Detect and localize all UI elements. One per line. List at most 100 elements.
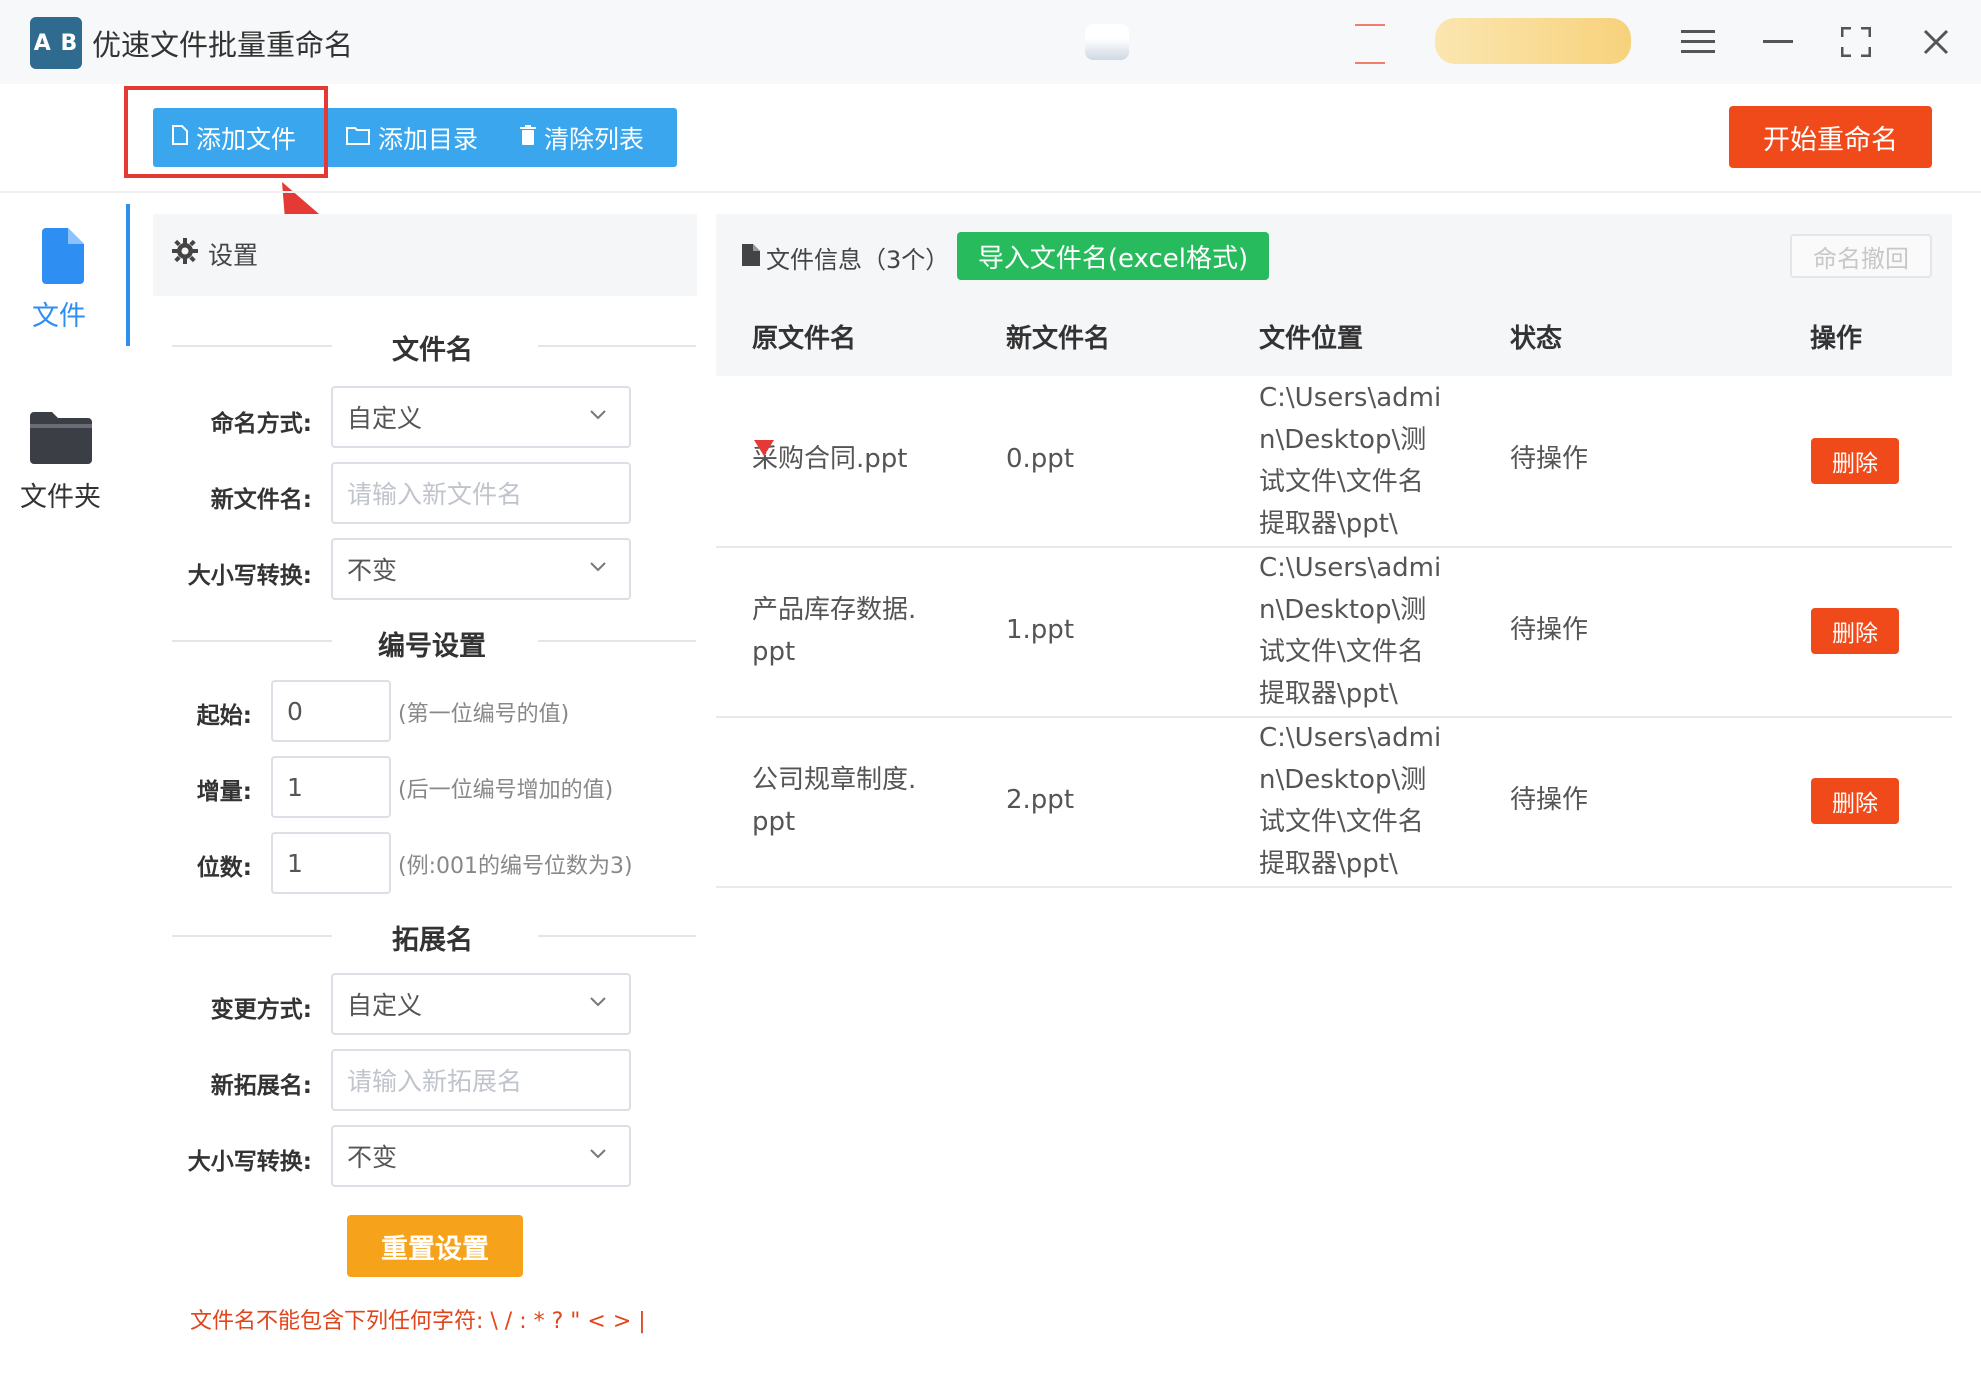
app-title: 优速文件批量重命名 [92,28,354,62]
original-filename: 采购合同.ppt [752,438,907,480]
start-number-hint: (第一位编号的值) [398,702,570,727]
step-hint: (后一位编号增加的值) [398,778,614,803]
import-filenames-button[interactable]: 导入文件名(excel格式) [957,232,1269,280]
column-header-location: 文件位置 [1259,324,1364,354]
start-rename-button[interactable]: 开始重命名 [1729,106,1932,168]
location-line: n\Desktop\测 [1259,595,1427,625]
section-title-filename: 文件名 [392,335,473,366]
section-divider [172,935,332,937]
location-line: n\Desktop\测 [1259,765,1427,795]
annotation-marker [754,440,774,456]
step-input[interactable]: 1 [271,756,391,818]
location-line: 提取器\ppt\ [1259,679,1398,709]
original-filename: 公司规章制度. ppt [752,759,916,843]
status-text: 待操作 [1510,444,1589,474]
new-filename-label: 新文件名: [210,487,312,513]
ext-case-select[interactable]: 不变 [331,1125,631,1187]
section-divider [538,640,696,642]
location-line: C:\Users\admi [1259,723,1442,753]
case-conversion-select[interactable]: 不变 [331,538,631,600]
folder-outline-icon [346,125,370,151]
chevron-down-icon [589,402,607,426]
location-line: 试文件\文件名 [1259,637,1424,667]
location-line: 试文件\文件名 [1259,807,1424,837]
delete-button[interactable]: 删除 [1811,608,1899,654]
ext-case-value: 不变 [347,1143,398,1172]
digits-label: 位数: [196,855,252,881]
section-title-numbering: 编号设置 [378,631,486,662]
location-line: 试文件\文件名 [1259,467,1424,497]
digits-hint: (例:001的编号位数为3) [398,854,633,879]
file-location: C:\Users\admi n\Desktop\测 试文件\文件名 提取器\pp… [1259,377,1441,545]
location-line: 提取器\ppt\ [1259,849,1398,879]
new-filename: 2.ppt [1006,785,1075,815]
naming-mode-label: 命名方式: [210,411,312,437]
new-extension-input[interactable]: 请输入新拓展名 [331,1049,631,1111]
ext-mode-select[interactable]: 自定义 [331,973,631,1035]
delete-button[interactable]: 删除 [1811,438,1899,484]
reset-settings-button[interactable]: 重置设置 [347,1215,523,1277]
status-text: 待操作 [1510,785,1589,815]
settings-title: 设置 [208,241,259,270]
case-conversion-value: 不变 [347,556,398,585]
location-line: n\Desktop\测 [1259,425,1427,455]
app-logo: A B [30,17,82,69]
maximize-icon[interactable] [1828,14,1884,70]
file-location: C:\Users\admi n\Desktop\测 试文件\文件名 提取器\pp… [1259,717,1441,885]
original-filename-line: ppt [752,637,796,667]
nav-active-indicator [126,204,130,346]
chevron-down-icon [589,554,607,578]
clear-list-button[interactable]: 清除列表 [520,108,644,167]
annotation-highlight-box [124,86,328,178]
nav-item-folder[interactable]: 文件夹 [20,475,101,514]
menu-icon[interactable] [1670,14,1726,70]
naming-mode-value: 自定义 [347,404,423,433]
digits-input[interactable]: 1 [271,832,391,894]
file-info-title: 文件信息（3个） [766,246,950,274]
original-filename-line: ppt [752,807,796,837]
clear-list-label: 清除列表 [544,124,645,154]
location-line: 提取器\ppt\ [1259,509,1398,539]
delete-button[interactable]: 删除 [1811,778,1899,824]
status-text: 待操作 [1510,615,1589,645]
column-header-status: 状态 [1510,324,1563,354]
table-empty-area [716,888,1952,1377]
new-extension-label: 新拓展名: [210,1073,312,1099]
toolbar-divider [0,191,1981,193]
new-filename: 0.ppt [1006,444,1075,474]
close-icon[interactable] [1908,14,1964,70]
step-label: 增量: [196,779,252,805]
ext-mode-value: 自定义 [347,991,423,1020]
add-directory-button[interactable]: 添加目录 [346,108,478,167]
undo-rename-button[interactable]: 命名撤回 [1790,234,1932,278]
folder-icon[interactable] [30,410,92,468]
start-number-input[interactable]: 0 [271,680,391,742]
start-number-label: 起始: [196,703,252,729]
case-conversion-label: 大小写转换: [187,563,312,589]
minimize-icon[interactable] [1750,14,1806,70]
location-line: C:\Users\admi [1259,383,1442,413]
column-header-new: 新文件名 [1006,324,1111,354]
naming-mode-select[interactable]: 自定义 [331,386,631,448]
original-filename: 产品库存数据. ppt [752,589,916,673]
section-divider [172,640,332,642]
new-filename-input[interactable]: 请输入新文件名 [331,462,631,524]
section-title-extension: 拓展名 [392,925,473,956]
nav-item-file[interactable]: 文件 [32,294,86,333]
blurred-promo-banner[interactable] [1435,18,1631,64]
file-icon[interactable] [40,228,84,288]
gear-icon [172,238,198,270]
chevron-down-icon [589,1141,607,1165]
column-header-action: 操作 [1810,324,1863,354]
original-filename-line: 产品库存数据. [752,595,917,625]
location-line: C:\Users\admi [1259,553,1442,583]
settings-header: 设置 [172,236,258,272]
blurred-widget [1355,24,1385,64]
ext-mode-label: 变更方式: [210,997,312,1023]
file-info-title-group: 文件信息（3个） [742,240,949,275]
blurred-widget [1085,24,1129,60]
chevron-down-icon [589,989,607,1013]
section-divider [538,935,696,937]
new-filename: 1.ppt [1006,615,1075,645]
column-header-original: 原文件名 [752,324,857,354]
